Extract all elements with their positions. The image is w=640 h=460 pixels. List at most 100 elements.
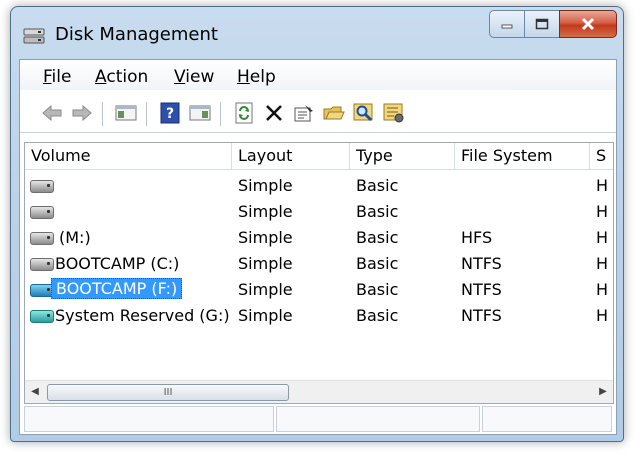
svg-text:?: ? [166, 106, 174, 122]
type-cell: Basic [356, 254, 399, 273]
status-bar [24, 406, 612, 432]
scroll-left-icon[interactable]: ◀ [28, 385, 42, 399]
back-button[interactable] [40, 101, 64, 125]
drive-icon [30, 232, 54, 245]
volume-name: System Reserved (G:) [55, 306, 230, 325]
volume-name: (M:) [59, 228, 91, 247]
window-title: Disk Management [55, 24, 218, 45]
search-button[interactable] [352, 101, 376, 125]
settings-button[interactable] [382, 101, 406, 125]
menu-action-label: ction [106, 67, 149, 87]
menu-action-accel: A [95, 67, 107, 87]
column-header-file-system[interactable]: File System [455, 143, 590, 169]
volume-name-selected: BOOTCAMP (F:) [51, 278, 183, 302]
type-cell: Basic [356, 202, 399, 221]
show-action-pane-button[interactable] [188, 101, 212, 125]
selection-highlight: BOOTCAMP (F:) [51, 278, 183, 299]
delete-icon [266, 105, 282, 121]
properties-icon [294, 105, 313, 122]
close-icon [581, 17, 595, 31]
help-icon: ? [160, 102, 180, 124]
drive-icon [30, 258, 54, 271]
table-row[interactable]: System Reserved (G:) Simple Basic NTFS H [25, 303, 613, 329]
forward-button[interactable] [70, 101, 94, 125]
search-icon [353, 103, 373, 122]
menu-view-label: iew [185, 67, 215, 87]
console-tree-icon [115, 105, 137, 121]
properties-button[interactable] [292, 101, 316, 125]
status-cell: H [596, 254, 609, 273]
layout-cell: Simple [238, 306, 293, 325]
maximize-icon [535, 18, 549, 30]
status-cell: H [596, 306, 609, 325]
layout-cell: Simple [238, 202, 293, 221]
status-cell: H [596, 202, 609, 221]
menu-view-accel: V [174, 67, 186, 87]
close-button[interactable] [559, 10, 617, 38]
delete-button[interactable] [262, 101, 286, 125]
status-cell: H [596, 176, 609, 195]
column-header-layout[interactable]: Layout [232, 143, 350, 169]
type-cell: Basic [356, 228, 399, 247]
toolbar-separator [146, 102, 147, 126]
file-system-cell: NTFS [461, 280, 502, 299]
table-row[interactable]: Simple Basic H [25, 199, 613, 225]
menu-file[interactable]: File [43, 67, 71, 87]
refresh-button[interactable] [232, 101, 256, 125]
drive-icon [30, 206, 54, 219]
status-pane [24, 406, 274, 432]
back-arrow-icon [42, 104, 62, 122]
table-row-selected[interactable]: BOOTCAMP (F:) Simple Basic NTFS H [25, 277, 613, 303]
horizontal-scrollbar[interactable]: ◀ III ▶ [25, 380, 613, 403]
menu-file-label: ile [51, 67, 72, 87]
type-cell: Basic [356, 176, 399, 195]
column-header-type[interactable]: Type [350, 143, 455, 169]
help-button[interactable]: ? [158, 101, 182, 125]
status-cell: H [596, 280, 609, 299]
layout-cell: Simple [238, 254, 293, 273]
minimize-button[interactable] [489, 10, 525, 38]
layout-cell: Simple [238, 280, 293, 299]
file-system-cell: NTFS [461, 306, 502, 325]
layout-cell: Simple [238, 228, 293, 247]
title-bar[interactable]: Disk Management [11, 7, 623, 59]
status-cell: H [596, 228, 609, 247]
disk-management-app-icon [23, 28, 45, 44]
action-pane-icon [189, 105, 211, 121]
show-console-tree-button[interactable] [114, 101, 138, 125]
column-header-volume[interactable]: Volume [25, 143, 232, 169]
open-button[interactable] [322, 101, 346, 125]
column-header-status[interactable]: S [590, 143, 613, 169]
toolbar-separator [102, 102, 103, 126]
table-row[interactable]: BOOTCAMP (C:) Simple Basic NTFS H [25, 251, 613, 277]
status-pane [482, 406, 612, 432]
forward-arrow-icon [72, 104, 92, 122]
drive-icon [30, 310, 54, 323]
menu-view[interactable]: View [174, 67, 214, 87]
table-row[interactable]: Simple Basic H [25, 173, 613, 199]
window-controls [489, 10, 617, 38]
scroll-right-icon[interactable]: ▶ [596, 385, 610, 399]
layout-cell: Simple [238, 176, 293, 195]
volume-name: BOOTCAMP (C:) [55, 254, 180, 273]
scrollbar-thumb[interactable]: III [47, 384, 289, 401]
volume-name [57, 199, 232, 225]
file-system-cell: HFS [461, 228, 493, 247]
table-row[interactable]: (M:) Simple Basic HFS H [25, 225, 613, 251]
maximize-button[interactable] [525, 10, 559, 38]
menu-action[interactable]: Action [95, 67, 148, 87]
menu-help[interactable]: Help [237, 67, 276, 87]
menu-file-accel: F [43, 67, 52, 87]
menu-help-accel: H [237, 67, 250, 87]
disk-management-window: Disk Management File Action View Help ? … [10, 6, 624, 442]
volume-list[interactable]: Volume Layout Type File System S Simple … [24, 142, 614, 404]
list-header: Volume Layout Type File System S [25, 143, 613, 170]
menu-help-label: elp [249, 67, 276, 87]
status-pane [276, 406, 480, 432]
type-cell: Basic [356, 280, 399, 299]
client-area: File Action View Help ? Volume Layout Ty… [19, 59, 617, 435]
refresh-icon [235, 102, 253, 124]
file-system-cell: NTFS [461, 254, 502, 273]
minimize-icon [501, 24, 513, 29]
volume-name [57, 173, 232, 199]
